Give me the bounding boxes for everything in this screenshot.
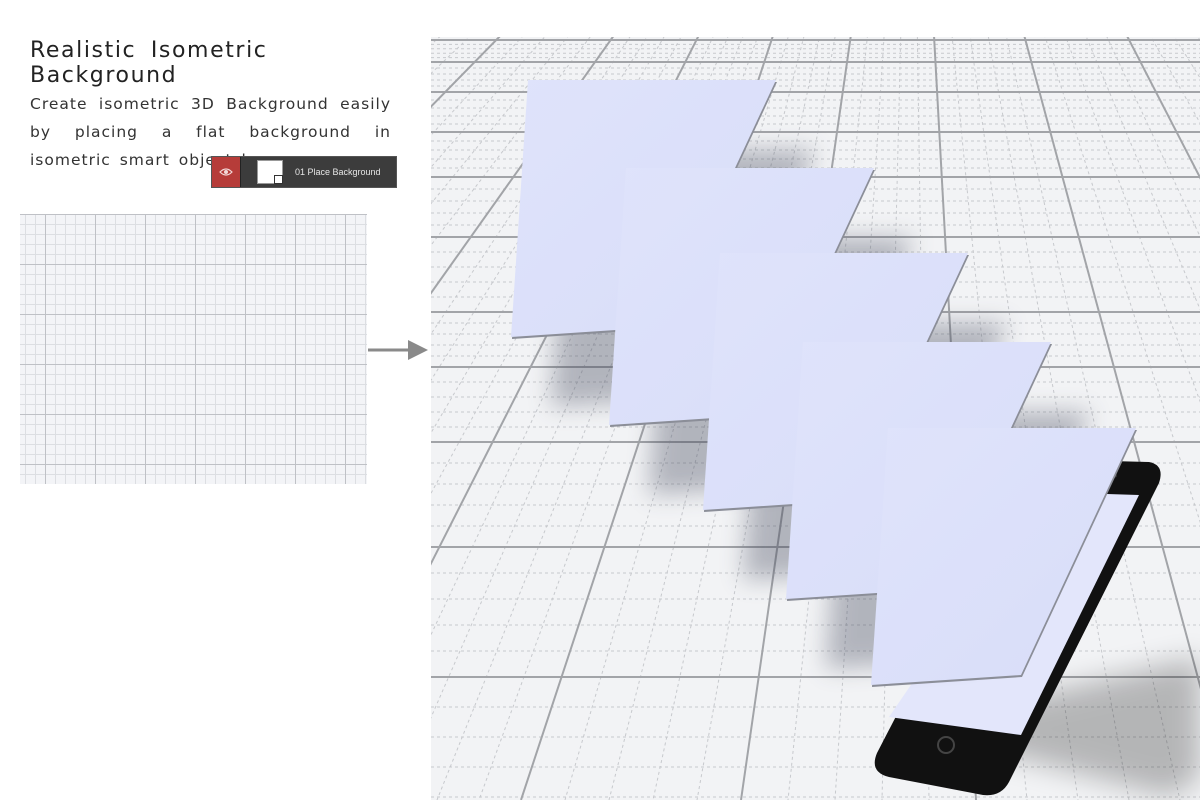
arrow-right-icon <box>368 340 428 360</box>
visibility-toggle[interactable] <box>212 157 241 187</box>
flat-background-grid <box>20 214 367 484</box>
eye-icon <box>219 168 233 176</box>
layer-name-label: 01 Place Background <box>295 167 381 177</box>
isometric-scene <box>431 37 1200 800</box>
smart-object-thumbnail-icon <box>257 160 283 184</box>
photoshop-layer-row[interactable]: 01 Place Background <box>211 156 397 188</box>
page-title: Realistic Isometric Background <box>30 38 268 88</box>
isometric-preview <box>431 37 1200 800</box>
